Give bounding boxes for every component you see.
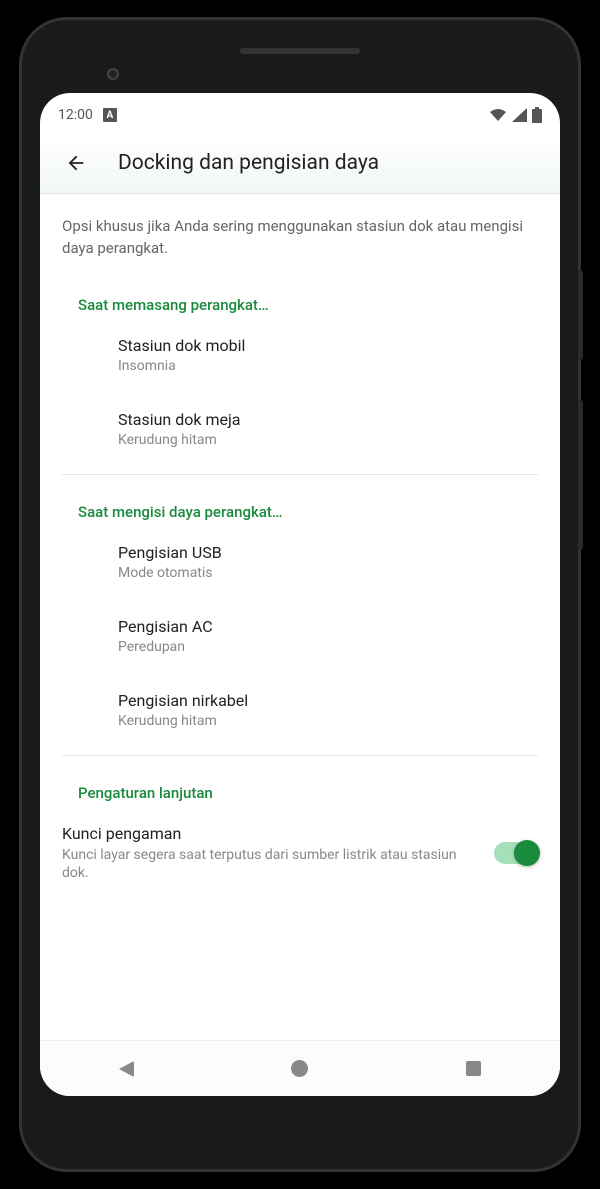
square-recents-icon: [466, 1061, 481, 1076]
nav-recents-button[interactable]: [448, 1044, 498, 1094]
section-header-advanced: Pengaturan lanjutan: [40, 756, 560, 806]
speaker-grille: [240, 48, 360, 54]
section-header-charging: Saat mengisi daya perangkat…: [40, 475, 560, 525]
pref-title: Stasiun dok meja: [118, 410, 538, 429]
autorotate-icon: A: [103, 108, 117, 122]
status-time: 12:00: [58, 107, 93, 123]
battery-icon: [532, 107, 542, 123]
app-bar: Docking dan pengisian daya: [40, 137, 560, 194]
safety-lock-toggle[interactable]: [494, 842, 538, 864]
pref-usb-charging[interactable]: Pengisian USB Mode otomatis: [40, 525, 560, 599]
back-button[interactable]: [64, 151, 88, 175]
navigation-bar: [40, 1040, 560, 1096]
content-scroll[interactable]: Opsi khusus jika Anda sering menggunakan…: [40, 194, 560, 1040]
section-header-docking: Saat memasang perangkat…: [40, 268, 560, 318]
pref-title: Pengisian AC: [118, 617, 538, 636]
front-camera: [107, 68, 119, 80]
switch-knob: [514, 840, 540, 866]
page-description: Opsi khusus jika Anda sering menggunakan…: [40, 194, 560, 268]
pref-subtitle: Insomnia: [118, 358, 538, 374]
pref-subtitle: Peredupan: [118, 639, 538, 655]
pref-subtitle: Mode otomatis: [118, 565, 538, 581]
pref-title: Pengisian USB: [118, 543, 538, 562]
nav-back-button[interactable]: [102, 1044, 152, 1094]
pref-title: Pengisian nirkabel: [118, 691, 538, 710]
pref-desk-dock[interactable]: Stasiun dok meja Kerudung hitam: [40, 392, 560, 466]
status-bar: 12:00 A: [40, 93, 560, 137]
page-title: Docking dan pengisian daya: [118, 151, 379, 175]
pref-title: Kunci pengaman: [62, 824, 478, 843]
pref-wireless-charging[interactable]: Pengisian nirkabel Kerudung hitam: [40, 673, 560, 747]
side-button-power: [578, 270, 583, 360]
wifi-icon: [489, 108, 507, 122]
phone-frame: 12:00 A Docking dan pengisian daya: [22, 20, 578, 1169]
pref-subtitle: Kunci layar segera saat terputus dari su…: [62, 846, 478, 884]
side-button-volume: [578, 400, 583, 550]
pref-title: Stasiun dok mobil: [118, 336, 538, 355]
arrow-left-icon: [65, 152, 87, 174]
pref-subtitle: Kerudung hitam: [118, 432, 538, 448]
pref-subtitle: Kerudung hitam: [118, 713, 538, 729]
pref-car-dock[interactable]: Stasiun dok mobil Insomnia: [40, 318, 560, 392]
pref-safety-lock[interactable]: Kunci pengaman Kunci layar segera saat t…: [40, 806, 560, 902]
triangle-back-icon: [119, 1061, 134, 1077]
circle-home-icon: [291, 1060, 308, 1077]
screen: 12:00 A Docking dan pengisian daya: [40, 93, 560, 1096]
signal-icon: [512, 108, 527, 122]
nav-home-button[interactable]: [275, 1044, 325, 1094]
pref-ac-charging[interactable]: Pengisian AC Peredupan: [40, 599, 560, 673]
